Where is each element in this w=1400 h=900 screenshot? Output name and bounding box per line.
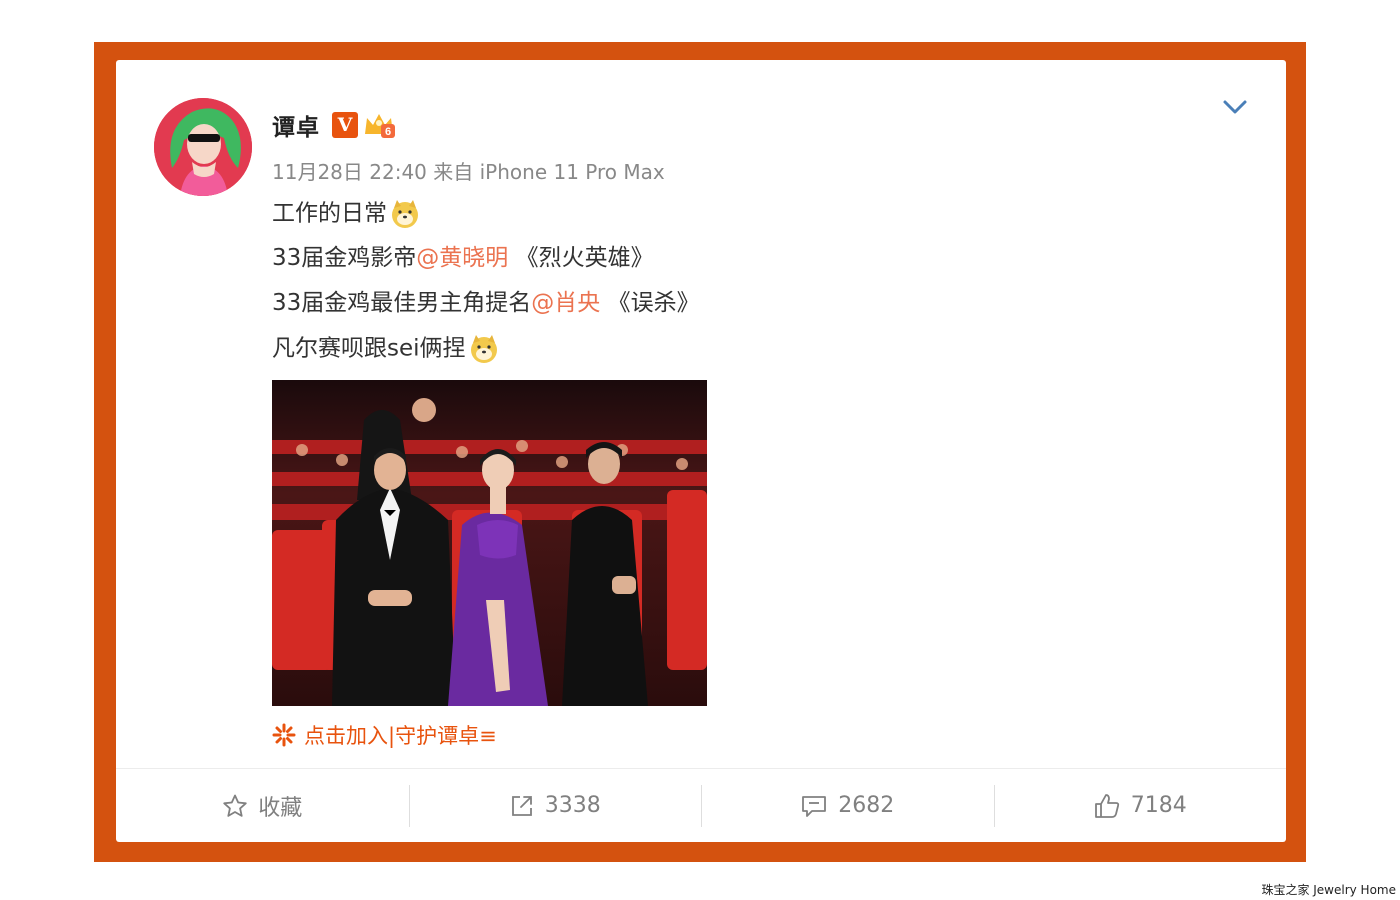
post-text: 33届金鸡最佳男主角提名 bbox=[272, 290, 532, 316]
mention-link[interactable]: @黄晓明 bbox=[416, 245, 508, 271]
join-link-text: 点击加入|守护谭卓≡ bbox=[304, 724, 497, 748]
comment-count: 2682 bbox=[838, 793, 895, 818]
post-line-4: 凡尔赛呗跟sei俩捏 bbox=[272, 333, 500, 365]
post-text: 凡尔赛呗跟sei俩捏 bbox=[272, 335, 466, 362]
doge-emoji-icon bbox=[470, 335, 497, 363]
crown-level-icon[interactable]: 6 bbox=[362, 110, 396, 140]
favorite-button[interactable]: 收藏 bbox=[116, 769, 409, 842]
favorite-label: 收藏 bbox=[258, 795, 303, 821]
post-source: 来自 iPhone 11 Pro Max bbox=[433, 160, 665, 184]
comment-icon bbox=[802, 795, 827, 817]
watermark: 珠宝之家 Jewelry Home bbox=[1261, 883, 1396, 897]
share-icon bbox=[511, 795, 532, 816]
comment-button[interactable]: 2682 bbox=[701, 769, 994, 842]
sparkle-icon bbox=[272, 723, 296, 747]
post-text: 《误杀》 bbox=[600, 290, 700, 316]
post-text: 33届金鸡影帝 bbox=[272, 245, 417, 271]
verified-badge[interactable]: V bbox=[332, 112, 358, 138]
post-meta: 11月28日 22:40 来自 iPhone 11 Pro Max bbox=[272, 156, 665, 185]
post-time[interactable]: 11月28日 22:40 bbox=[272, 160, 427, 184]
repost-count: 3338 bbox=[544, 793, 601, 818]
join-fan-group-link[interactable]: 点击加入|守护谭卓≡ bbox=[272, 720, 497, 750]
post-line-1: 工作的日常 bbox=[272, 198, 421, 230]
post-line-2: 33届金鸡影帝@黄晓明 《烈火英雄》 bbox=[272, 243, 654, 273]
author-row: 谭卓 V 6 bbox=[272, 108, 396, 142]
doge-emoji-icon bbox=[392, 200, 418, 228]
photo-image bbox=[272, 380, 707, 706]
like-button[interactable]: 7184 bbox=[993, 769, 1287, 842]
thumbs-up-icon bbox=[1094, 793, 1119, 818]
author-name[interactable]: 谭卓 bbox=[272, 108, 320, 142]
like-count: 7184 bbox=[1130, 793, 1187, 818]
repost-button[interactable]: 3338 bbox=[408, 769, 702, 842]
post-line-3: 33届金鸡最佳男主角提名@肖央 《误杀》 bbox=[272, 288, 700, 318]
weibo-post-card: 谭卓 V 6 11月28日 22:40 来自 iPhone 11 Pro Max… bbox=[116, 60, 1286, 842]
mention-link[interactable]: @肖央 bbox=[531, 290, 600, 316]
star-icon bbox=[223, 794, 247, 817]
avatar[interactable] bbox=[154, 98, 252, 196]
chevron-down-icon[interactable] bbox=[1222, 96, 1248, 118]
post-photo[interactable] bbox=[272, 380, 707, 706]
action-bar: 收藏 3338 2682 7184 bbox=[116, 769, 1286, 842]
level-number: 6 bbox=[385, 126, 391, 138]
avatar-illustration bbox=[154, 98, 252, 196]
post-text: 《烈火英雄》 bbox=[508, 245, 654, 271]
post-text: 工作的日常 bbox=[272, 200, 387, 227]
